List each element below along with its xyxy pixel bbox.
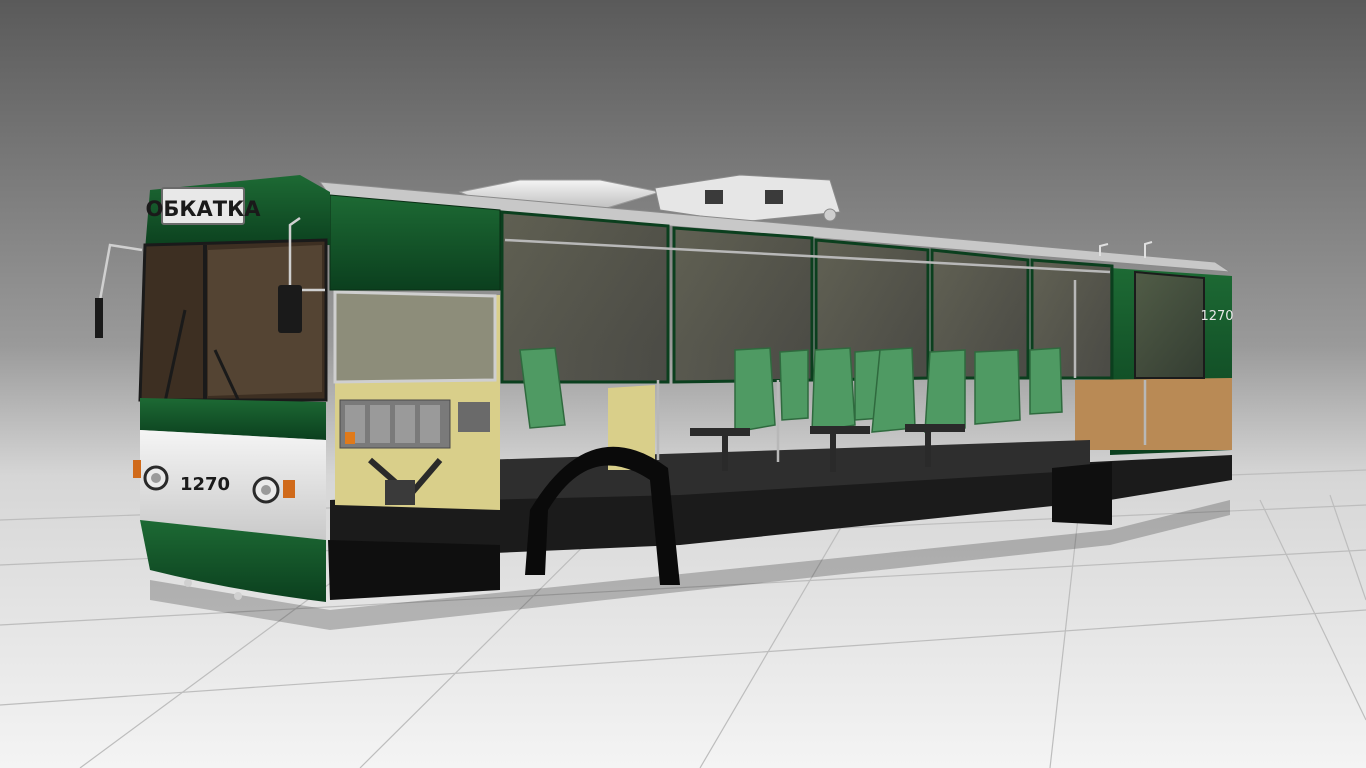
rear-wheel-block xyxy=(1052,462,1112,525)
trolleybus-cutaway-render: ОБКАТКА 1270 1270 xyxy=(0,0,1366,768)
left-mirror xyxy=(95,298,103,338)
route-sign-text: ОБКАТКА xyxy=(145,197,261,221)
rear-window xyxy=(1134,270,1205,379)
side-fleet-number: 1270 xyxy=(1200,309,1233,324)
rear-wood-panel xyxy=(1075,378,1232,450)
front-fleet-number: 1270 xyxy=(180,474,230,495)
right-mirror xyxy=(278,285,302,333)
side-lower-black xyxy=(328,540,500,600)
front-side-panel xyxy=(329,194,501,291)
front-door-window xyxy=(333,290,497,384)
